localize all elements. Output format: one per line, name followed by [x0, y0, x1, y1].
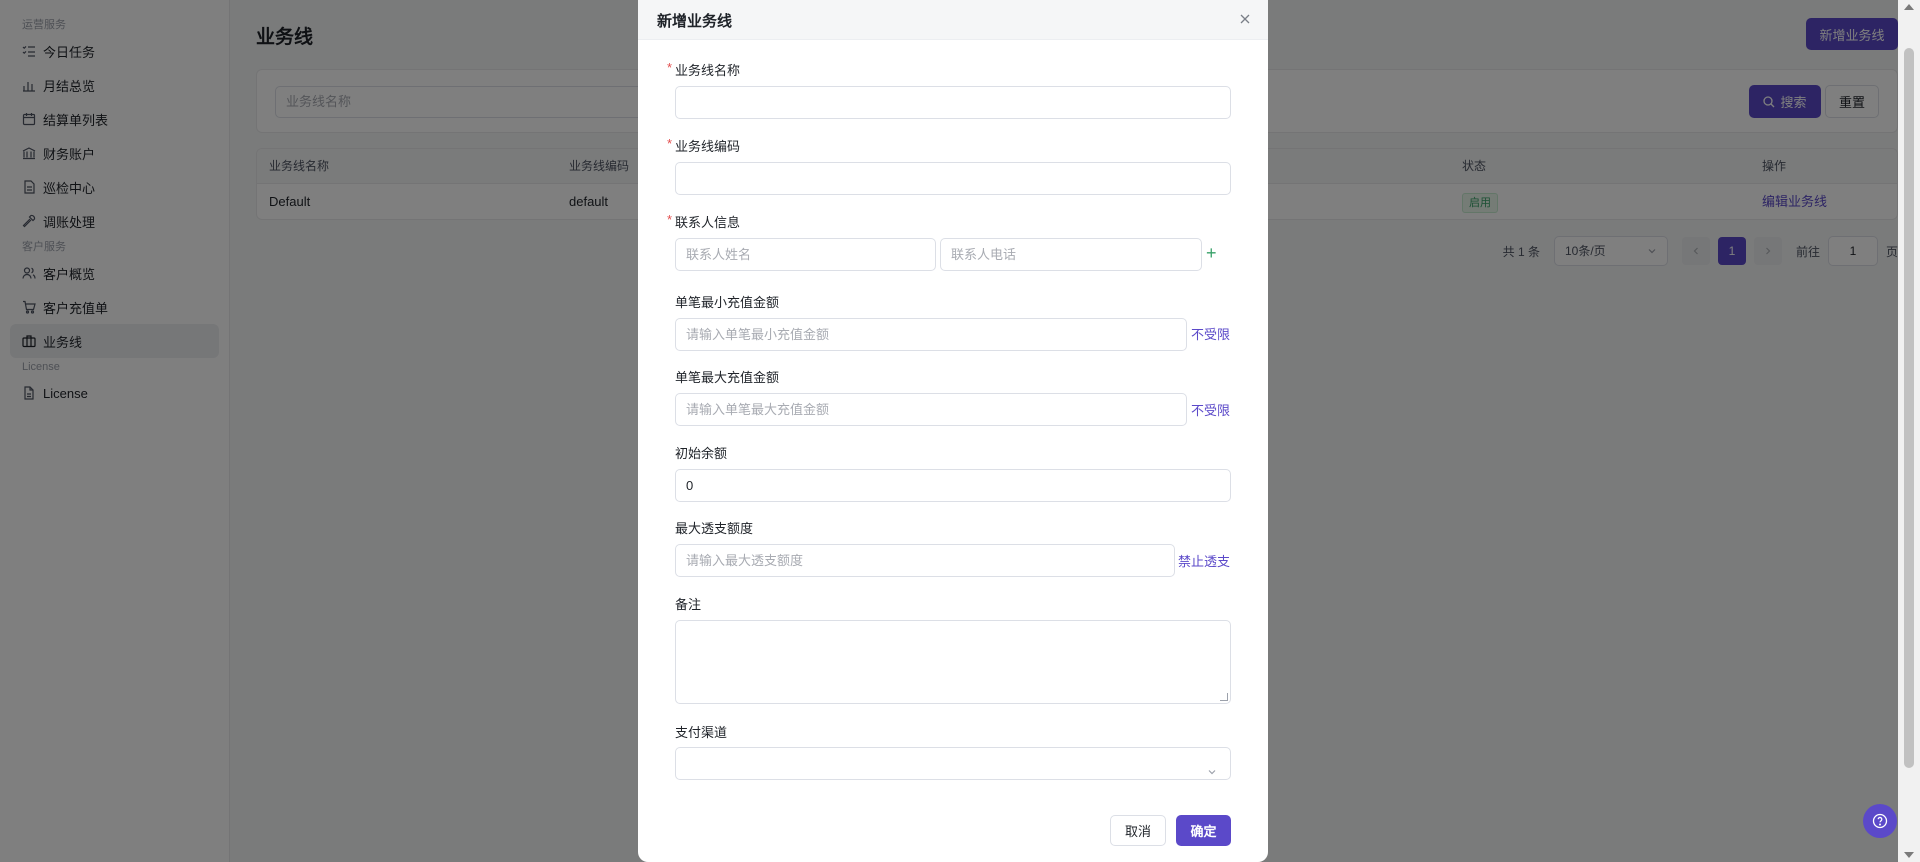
chevron-down-icon [1206, 758, 1218, 775]
question-circle-icon [1872, 813, 1888, 829]
close-icon[interactable] [1236, 10, 1254, 28]
cancel-button[interactable]: 取消 [1110, 815, 1166, 846]
name-input[interactable] [675, 86, 1231, 119]
min-amount-input[interactable]: 请输入单笔最小充值金额 [675, 318, 1187, 351]
payment-channel-label: 支付渠道 [675, 725, 728, 740]
max-unlimited-link[interactable]: 不受限 [1191, 400, 1230, 419]
payment-channel-select[interactable] [675, 747, 1231, 780]
max-amount-input[interactable]: 请输入单笔最大充值金额 [675, 393, 1187, 426]
help-button[interactable] [1863, 804, 1897, 838]
name-field-label: * 业务线名称 [667, 60, 741, 79]
overdraft-label: 最大透支额度 [675, 521, 754, 536]
min-amount-label: 单笔最小充值金额 [675, 295, 780, 310]
code-label-text: 业务线编码 [675, 139, 741, 154]
required-mark: * [667, 212, 673, 227]
name-label-text: 业务线名称 [675, 63, 741, 78]
page-scrollbar[interactable] [1898, 0, 1920, 862]
remark-label: 备注 [675, 597, 702, 612]
no-overdraft-link[interactable]: 禁止透支 [1178, 551, 1230, 570]
resize-handle[interactable] [1220, 693, 1228, 701]
add-contact-icon[interactable]: + [1206, 243, 1217, 263]
dialog-header: 新增业务线 [638, 0, 1268, 40]
contact-label-text: 联系人信息 [675, 215, 741, 230]
overdraft-input[interactable]: 请输入最大透支额度 [675, 544, 1175, 577]
contact-field-label: * 联系人信息 [667, 212, 741, 231]
contact-phone-input[interactable]: 联系人电话 [940, 238, 1202, 271]
max-amount-label: 单笔最大充值金额 [675, 370, 780, 385]
code-field-label: * 业务线编码 [667, 136, 741, 155]
remark-textarea[interactable] [675, 620, 1231, 704]
min-unlimited-link[interactable]: 不受限 [1191, 324, 1230, 343]
code-input[interactable] [675, 162, 1231, 195]
initial-balance-label: 初始余额 [675, 446, 728, 461]
dialog-title: 新增业务线 [657, 13, 733, 30]
contact-name-input[interactable]: 联系人姓名 [675, 238, 936, 271]
scroll-down-arrow[interactable] [1904, 852, 1914, 858]
required-mark: * [667, 136, 673, 151]
initial-balance-input[interactable]: 0 [675, 469, 1231, 502]
new-business-line-dialog: 新增业务线 * 业务线名称 * 业务线编码 * 联系人信息 联系人姓名 联系人电话 +… [638, 0, 1268, 862]
scrollbar-thumb[interactable] [1904, 48, 1914, 768]
confirm-button[interactable]: 确定 [1176, 815, 1231, 846]
scroll-up-arrow[interactable] [1904, 4, 1914, 10]
required-mark: * [667, 60, 673, 75]
